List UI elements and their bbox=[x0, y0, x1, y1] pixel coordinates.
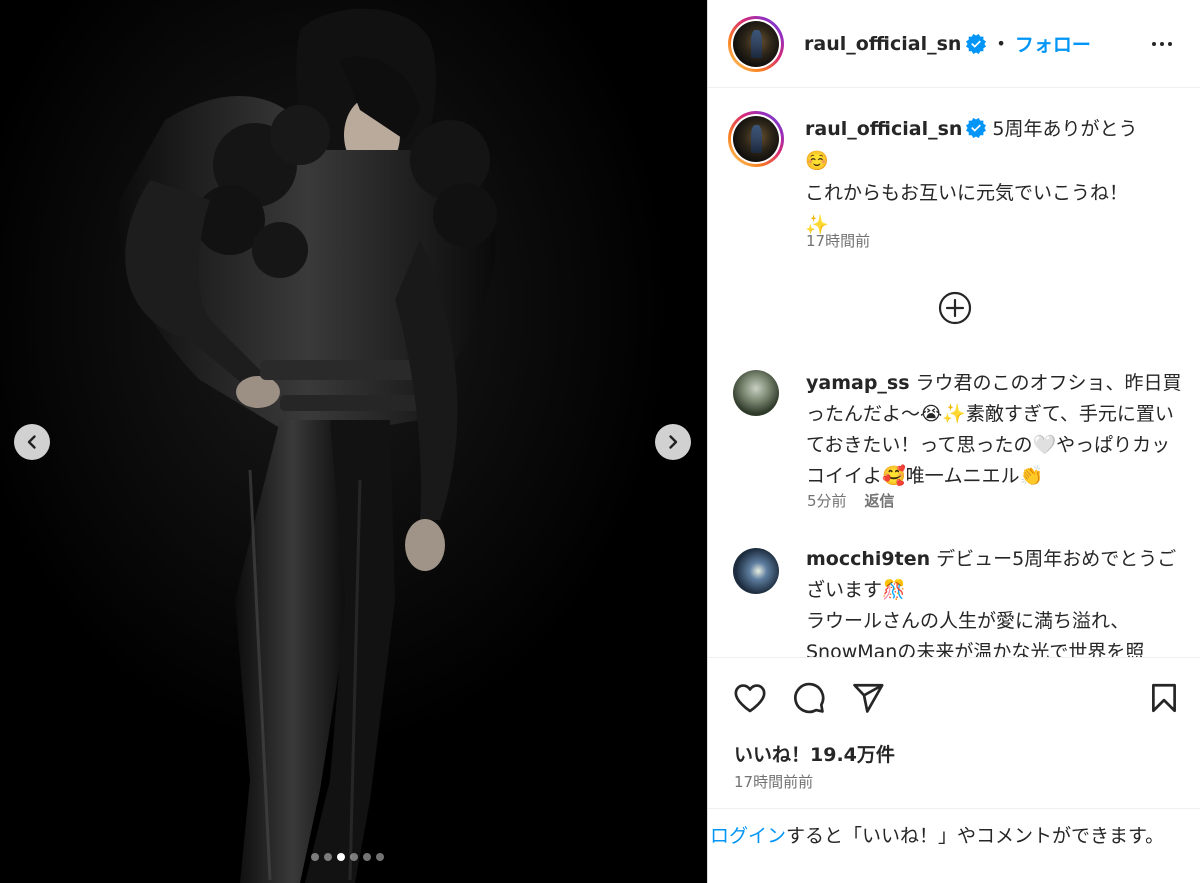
carousel-dot bbox=[324, 853, 332, 861]
comment-username[interactable]: yamap_ss bbox=[806, 372, 910, 394]
comment-item: yamap_ss ラウ君のこのオフショ、昨日買ったんだよ〜😭✨素敵すぎて、手元に置… bbox=[806, 368, 1184, 492]
verified-badge-icon bbox=[966, 118, 987, 138]
carousel-next-button[interactable] bbox=[655, 424, 691, 460]
reply-button[interactable]: 返信 bbox=[865, 490, 895, 511]
caption-emoji-1: ☺️ bbox=[805, 150, 829, 172]
load-more-comments-icon[interactable] bbox=[938, 291, 972, 325]
comment-username[interactable]: mocchi9ten bbox=[806, 548, 930, 570]
caption-username[interactable]: raul_official_sn bbox=[805, 118, 962, 140]
comments-scroll[interactable]: raul_official_sn 5周年ありがとう ☺️ これからもお互いに元気で… bbox=[708, 89, 1200, 657]
comment-meta: 5分前 返信 bbox=[807, 490, 895, 511]
author-username[interactable]: raul_official_sn bbox=[804, 33, 961, 55]
carousel-dot bbox=[311, 853, 319, 861]
carousel-dot bbox=[376, 853, 384, 861]
post-caption: raul_official_sn 5周年ありがとう ☺️ これからもお互いに元気で… bbox=[805, 113, 1185, 241]
caption-line-1: 5周年ありがとう bbox=[992, 118, 1138, 140]
share-icon bbox=[853, 683, 884, 713]
comment-avatar[interactable] bbox=[733, 370, 779, 416]
login-prompt-text: すると「いいね！」やコメントができます。 bbox=[786, 825, 1165, 847]
post-photo bbox=[0, 0, 707, 883]
more-options-button[interactable] bbox=[1148, 30, 1176, 58]
like-button[interactable] bbox=[732, 680, 768, 716]
bookmark-icon bbox=[1152, 683, 1176, 713]
separator-dot: • bbox=[996, 34, 1006, 53]
author-info: raul_official_sn • フォロー bbox=[804, 30, 1091, 57]
comment-button[interactable] bbox=[791, 680, 827, 716]
comment-icon bbox=[794, 682, 825, 714]
chevron-right-icon bbox=[669, 435, 678, 449]
post-media bbox=[0, 0, 707, 883]
like-count[interactable]: いいね！19.4万件 bbox=[734, 740, 895, 767]
caption-timestamp: 17時間前 bbox=[806, 232, 871, 250]
share-button[interactable] bbox=[850, 680, 886, 716]
carousel-dot bbox=[363, 853, 371, 861]
caption-line-2: これからもお互いに元気でいこうね！ bbox=[805, 182, 1129, 204]
carousel-dot bbox=[337, 853, 345, 861]
carousel-prev-button[interactable] bbox=[14, 424, 50, 460]
login-prompt: ログインすると「いいね！」やコメントができます。 bbox=[710, 822, 1190, 850]
save-button[interactable] bbox=[1146, 680, 1182, 716]
comment-item: mocchi9ten デビュー5周年おめでとうございます🎊 ラウールさんの人生が愛… bbox=[806, 544, 1184, 657]
carousel-dot bbox=[350, 853, 358, 861]
post-header: raul_official_sn • フォロー bbox=[708, 0, 1200, 88]
caption-author-avatar[interactable] bbox=[728, 111, 784, 167]
login-link[interactable]: ログイン bbox=[710, 825, 786, 847]
comment-timestamp: 5分前 bbox=[807, 492, 847, 510]
author-avatar[interactable] bbox=[728, 16, 784, 72]
comment-avatar[interactable] bbox=[733, 548, 779, 594]
post-timestamp: 17時間前前 bbox=[734, 773, 814, 791]
verified-badge-icon bbox=[966, 33, 987, 54]
footer-divider bbox=[708, 808, 1200, 809]
carousel-indicator bbox=[311, 853, 384, 861]
follow-button[interactable]: フォロー bbox=[1015, 30, 1091, 57]
actions-divider bbox=[708, 657, 1200, 658]
chevron-left-icon bbox=[27, 435, 36, 449]
more-options-icon bbox=[1152, 42, 1172, 46]
heart-icon bbox=[734, 684, 766, 713]
post-panel: raul_official_sn • フォロー raul_official_sn… bbox=[708, 0, 1200, 883]
